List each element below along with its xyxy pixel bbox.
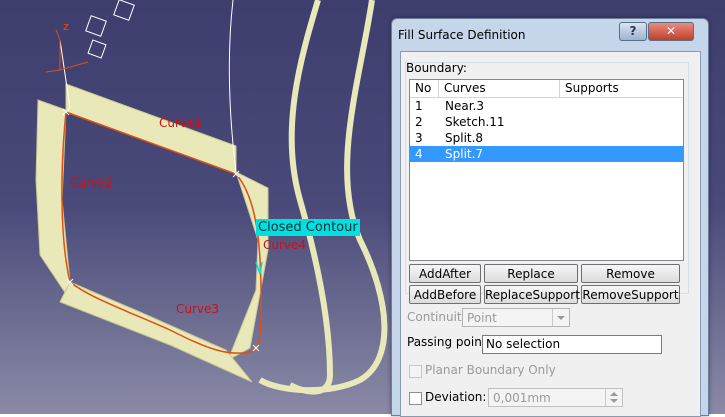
- replace-support-button[interactable]: ReplaceSupport: [484, 285, 580, 304]
- closed-contour-tag: Closed Contour: [256, 219, 360, 236]
- continuity-select[interactable]: Point: [462, 308, 570, 327]
- replace-button[interactable]: Replace: [484, 264, 578, 283]
- deviation-spinner[interactable]: 0,001mm: [488, 388, 623, 407]
- continuity-value: Point: [467, 311, 497, 325]
- guide-tube-outer: [288, 0, 334, 395]
- boundary-group: Boundary: No Curves Supports 1 Near.3 2 …: [405, 61, 689, 304]
- column-header-curves[interactable]: Curves: [439, 80, 560, 97]
- column-header-no[interactable]: No: [410, 80, 439, 97]
- boundary-label: Boundary:: [406, 61, 467, 75]
- curve3-label[interactable]: Curve3: [176, 302, 219, 316]
- row-curve: Split.8: [445, 131, 484, 145]
- bottom-surface-patch: [59, 281, 253, 383]
- list-row[interactable]: 2 Sketch.11: [410, 114, 683, 130]
- deviation-label: Deviation:: [425, 390, 487, 404]
- arrow-up-icon[interactable]: [610, 392, 618, 396]
- list-row[interactable]: 3 Split.8: [410, 130, 683, 146]
- remove-support-button[interactable]: RemoveSupport: [581, 285, 680, 304]
- plane-icon-3: [87, 39, 107, 59]
- dialog-title: Fill Surface Definition: [398, 28, 526, 42]
- planar-boundary-checkbox[interactable]: [409, 365, 422, 378]
- title-bar[interactable]: Fill Surface Definition ? ✕: [392, 19, 708, 49]
- curve4-label[interactable]: Curve4: [263, 238, 306, 252]
- plane-icon-2: [113, 0, 135, 21]
- axis-triad: [45, 29, 89, 73]
- row-curve: Split.7: [445, 147, 484, 161]
- planar-boundary-label: Planar Boundary Only: [425, 363, 556, 377]
- top-surface-patch: [65, 83, 237, 175]
- row-no: 4: [415, 147, 423, 161]
- remove-button[interactable]: Remove: [581, 264, 680, 283]
- dialog-client-area: Boundary: No Curves Supports 1 Near.3 2 …: [400, 51, 701, 417]
- boundary-list[interactable]: No Curves Supports 1 Near.3 2 Sketch.11 …: [409, 79, 684, 261]
- guide-tube-inner: [258, 0, 388, 394]
- curve2-label[interactable]: Curve2: [70, 176, 113, 190]
- curve1-label[interactable]: Curve1: [159, 116, 202, 130]
- row-no: 2: [415, 115, 423, 129]
- chevron-down-icon[interactable]: [552, 309, 569, 326]
- column-header-supports[interactable]: Supports: [560, 80, 682, 97]
- row-curve: Near.3: [445, 99, 484, 113]
- list-row-selected[interactable]: 4 Split.7: [410, 146, 683, 162]
- fill-surface-dialog: Fill Surface Definition ? ✕ Boundary: No…: [391, 18, 709, 417]
- passing-point-label: Passing point:: [407, 335, 491, 349]
- add-after-button[interactable]: AddAfter: [409, 264, 481, 283]
- passing-point-field[interactable]: No selection: [482, 335, 662, 354]
- list-header: No Curves Supports: [410, 80, 683, 98]
- list-row[interactable]: 1 Near.3: [410, 98, 683, 114]
- row-curve: Sketch.11: [445, 115, 505, 129]
- row-no: 3: [415, 131, 423, 145]
- add-before-button[interactable]: AddBefore: [409, 285, 481, 304]
- row-no: 1: [415, 99, 423, 113]
- deviation-checkbox[interactable]: [409, 392, 422, 405]
- help-button[interactable]: ?: [619, 22, 647, 41]
- arrow-down-icon[interactable]: [610, 399, 618, 403]
- deviation-value: 0,001mm: [493, 391, 551, 405]
- close-button[interactable]: ✕: [648, 22, 694, 41]
- spinner-buttons[interactable]: [605, 389, 622, 406]
- axis-z-label: z: [63, 20, 69, 33]
- plane-icon-1: [85, 15, 107, 37]
- wireframe-line-2: [59, 39, 71, 109]
